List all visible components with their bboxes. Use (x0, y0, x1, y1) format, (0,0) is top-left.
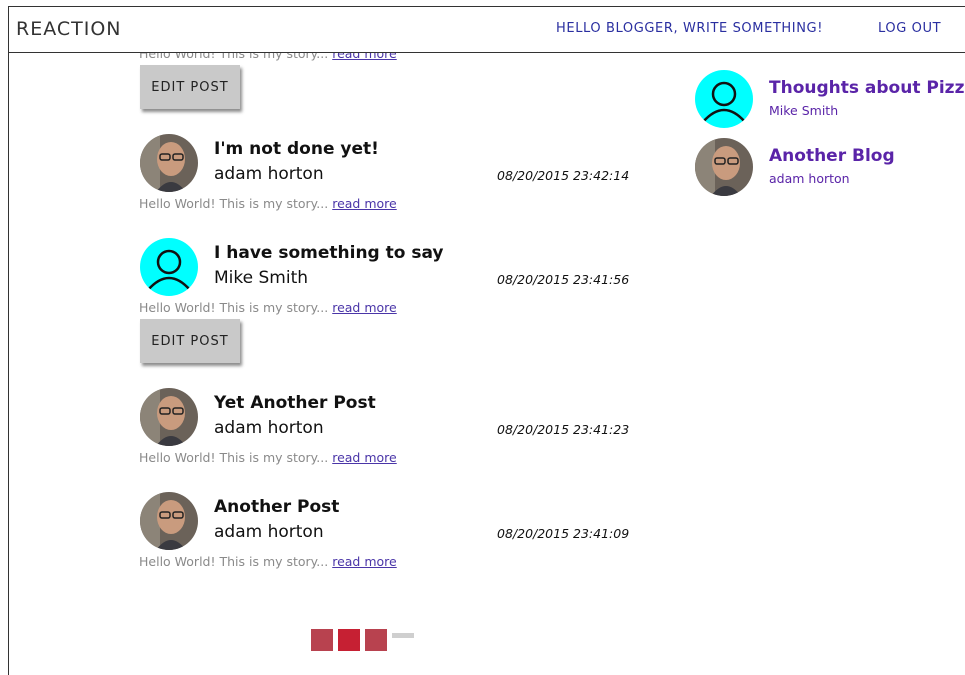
post-date: 08/20/2015 23:41:09 (497, 526, 630, 541)
default-user-icon (695, 70, 753, 128)
post-author: adam horton (214, 164, 324, 184)
brand-logo[interactable]: REACTION (16, 18, 122, 40)
logout-link[interactable]: LOG OUT (878, 21, 941, 36)
snippet-text: Hello World! This is my story... (139, 300, 329, 315)
author-avatar (140, 134, 198, 192)
sidebar-blog-author: adam horton (769, 171, 850, 186)
read-more-link[interactable]: read more (332, 196, 397, 211)
post-title[interactable]: I have something to say (214, 243, 444, 263)
page-2-button[interactable] (338, 629, 360, 651)
blog-avatar (695, 70, 753, 128)
pager-next-indicator (392, 633, 414, 638)
post-author: Mike Smith (214, 268, 309, 288)
snippet-text: Hello World! This is my story... (139, 450, 329, 465)
main-content: Hello World! This is my story... read mo… (9, 7, 965, 675)
edit-post-button[interactable]: EDIT POST (140, 65, 240, 109)
post-date: 08/20/2015 23:42:14 (497, 168, 630, 183)
post-title[interactable]: Another Post (214, 497, 339, 517)
post-snippet: Hello World! This is my story... read mo… (139, 450, 397, 465)
app-window: Hello World! This is my story... read mo… (8, 6, 965, 675)
page-1-button[interactable] (311, 629, 333, 651)
edit-post-button[interactable]: EDIT POST (140, 319, 240, 363)
photo-avatar-icon (140, 388, 198, 446)
post-title[interactable]: I'm not done yet! (214, 139, 379, 159)
sidebar-blog-author: Mike Smith (769, 103, 839, 118)
snippet-text: Hello World! This is my story... (139, 554, 329, 569)
default-user-icon (140, 238, 198, 296)
read-more-link[interactable]: read more (332, 554, 397, 569)
author-avatar (140, 492, 198, 550)
post-author: adam horton (214, 522, 324, 542)
top-nav-bar: REACTION HELLO BLOGGER, WRITE SOMETHING!… (9, 7, 965, 53)
post-author: adam horton (214, 418, 324, 438)
blog-avatar (695, 138, 753, 196)
post-snippet: Hello World! This is my story... read mo… (139, 300, 397, 315)
photo-avatar-icon (695, 138, 753, 196)
photo-avatar-icon (140, 134, 198, 192)
photo-avatar-icon (140, 492, 198, 550)
sidebar-blog-title[interactable]: Thoughts about Pizza (769, 78, 965, 98)
write-something-link[interactable]: HELLO BLOGGER, WRITE SOMETHING! (556, 21, 823, 36)
read-more-link[interactable]: read more (332, 300, 397, 315)
read-more-link[interactable]: read more (332, 450, 397, 465)
sidebar-blog-title[interactable]: Another Blog (769, 146, 895, 166)
post-date: 08/20/2015 23:41:56 (497, 272, 630, 287)
snippet-text: Hello World! This is my story... (139, 196, 329, 211)
post-snippet: Hello World! This is my story... read mo… (139, 554, 397, 569)
post-date: 08/20/2015 23:41:23 (497, 422, 630, 437)
post-title[interactable]: Yet Another Post (214, 393, 376, 413)
author-avatar (140, 388, 198, 446)
author-avatar (140, 238, 198, 296)
page-3-button[interactable] (365, 629, 387, 651)
post-snippet: Hello World! This is my story... read mo… (139, 196, 397, 211)
